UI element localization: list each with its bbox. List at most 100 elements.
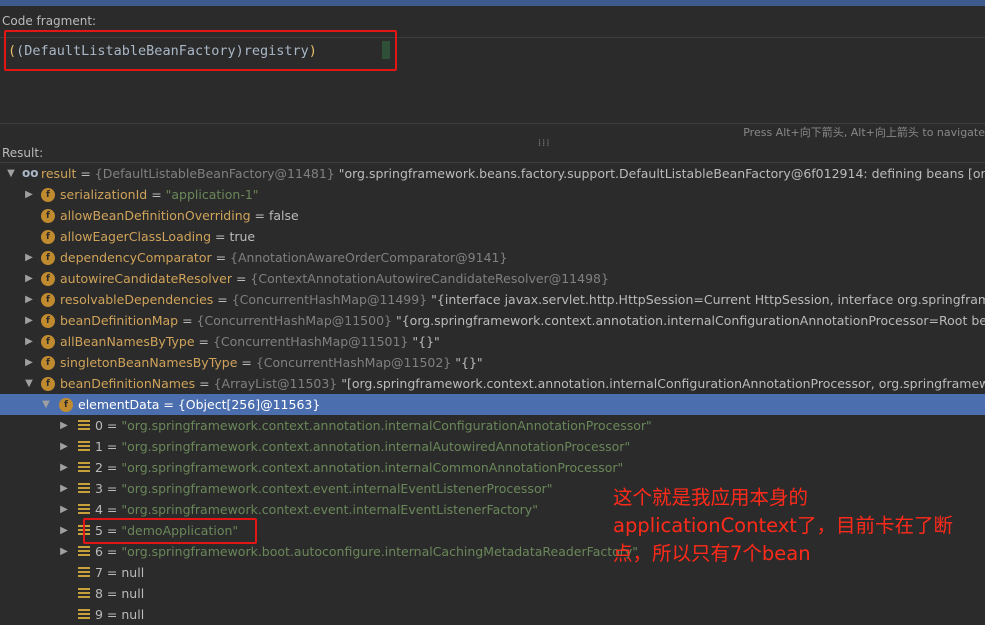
- variable-name: 6: [95, 544, 103, 559]
- variable-name: allowBeanDefinitionOverriding: [60, 208, 251, 223]
- variable-value: null: [121, 565, 145, 580]
- tree-row[interactable]: ▼ f beanDefinitionNames = {ArrayList@11503…: [0, 373, 985, 394]
- field-icon: f: [41, 230, 55, 244]
- tree-row-text: resolvableDependencies = {ConcurrentHash…: [60, 289, 985, 310]
- field-icon: f: [41, 251, 55, 265]
- variable-value: null: [121, 607, 145, 622]
- expand-arrow-icon[interactable]: ▶: [24, 184, 34, 205]
- object-reference: {ConcurrentHashMap@11501}: [212, 334, 413, 349]
- tree-row[interactable]: 9 = null: [0, 604, 985, 625]
- code-fragment-label: Code fragment:: [2, 14, 97, 28]
- expand-arrow-icon[interactable]: ▶: [59, 499, 69, 520]
- tree-row[interactable]: f allowEagerClassLoading = true: [0, 226, 985, 247]
- tree-row[interactable]: ▶ 0 = "org.springframework.context.annota…: [0, 415, 985, 436]
- tree-row-text: beanDefinitionMap = {ConcurrentHashMap@1…: [60, 310, 985, 331]
- variable-value: "org.springframework.boot.autoconfigure.…: [121, 544, 639, 559]
- splitter-grip-icon[interactable]: ⁞⁞⁞: [538, 138, 551, 149]
- array-element-icon: [78, 441, 90, 452]
- field-icon: f: [41, 188, 55, 202]
- tree-row-text: 9 = null: [95, 607, 145, 622]
- tree-row-text: 6 = "org.springframework.boot.autoconfig…: [95, 544, 639, 559]
- expand-arrow-icon[interactable]: ▶: [24, 289, 34, 310]
- variable-value: "application-1": [165, 187, 259, 202]
- collapse-arrow-icon[interactable]: ▼: [6, 163, 16, 184]
- array-element-icon: [78, 462, 90, 473]
- expand-arrow-icon[interactable]: ▶: [59, 457, 69, 478]
- tree-row[interactable]: ▶ f autowireCandidateResolver = {ContextAn…: [0, 268, 985, 289]
- variable-name: allBeanNamesByType: [60, 334, 195, 349]
- array-element-icon: [78, 609, 90, 620]
- code-highlight-box: [4, 30, 397, 71]
- demo-application-highlight-box: [83, 518, 257, 544]
- array-element-icon: [78, 588, 90, 599]
- variable-name: elementData: [78, 397, 160, 412]
- watch-icon: oo: [22, 166, 39, 180]
- collapse-arrow-icon[interactable]: ▼: [41, 394, 51, 415]
- expand-arrow-icon[interactable]: ▶: [59, 541, 69, 562]
- expand-arrow-icon[interactable]: ▶: [59, 415, 69, 436]
- variable-name: 8: [95, 586, 103, 601]
- field-icon: f: [41, 377, 55, 391]
- tree-row[interactable]: ▶ f singletonBeanNamesByType = {Concurrent…: [0, 352, 985, 373]
- tree-row-text: 1 = "org.springframework.context.annotat…: [95, 439, 631, 454]
- tree-row[interactable]: ▼ f elementData = {Object[256]@11563}: [0, 394, 985, 415]
- expand-arrow-icon[interactable]: ▶: [24, 310, 34, 331]
- expand-arrow-icon[interactable]: ▶: [59, 478, 69, 499]
- tree-row[interactable]: ▶ f serializationId = "application-1": [0, 184, 985, 205]
- tree-row-text: 7 = null: [95, 565, 145, 580]
- variable-name: 1: [95, 439, 103, 454]
- tree-row-text: singletonBeanNamesByType = {ConcurrentHa…: [60, 355, 483, 370]
- object-reference: {ArrayList@11503}: [213, 376, 342, 391]
- tree-row-text: 4 = "org.springframework.context.event.i…: [95, 502, 538, 517]
- field-icon: f: [41, 335, 55, 349]
- array-element-icon: [78, 504, 90, 515]
- tree-row-text: beanDefinitionNames = {ArrayList@11503} …: [60, 373, 985, 394]
- tree-row[interactable]: f allowBeanDefinitionOverriding = false: [0, 205, 985, 226]
- variable-name: 7: [95, 565, 103, 580]
- array-element-icon: [78, 567, 90, 578]
- variable-value: "{interface javax.servlet.http.HttpSessi…: [431, 292, 985, 307]
- tree-row[interactable]: ▶ f beanDefinitionMap = {ConcurrentHashMap…: [0, 310, 985, 331]
- variable-value: null: [121, 586, 145, 601]
- tree-row[interactable]: ▶ f dependencyComparator = {AnnotationAwar…: [0, 247, 985, 268]
- tree-row[interactable]: ▶ f resolvableDependencies = {ConcurrentHa…: [0, 289, 985, 310]
- tree-row-text: serializationId = "application-1": [60, 187, 259, 202]
- tree-row[interactable]: ▶ 2 = "org.springframework.context.annota…: [0, 457, 985, 478]
- variable-value: "org.springframework.context.event.inter…: [121, 481, 553, 496]
- tree-row-text: result = {DefaultListableBeanFactory@114…: [41, 163, 985, 184]
- expand-arrow-icon[interactable]: ▶: [24, 247, 34, 268]
- variable-name: autowireCandidateResolver: [60, 271, 232, 286]
- expand-arrow-icon[interactable]: ▶: [24, 331, 34, 352]
- variable-name: 9: [95, 607, 103, 622]
- expand-arrow-icon[interactable]: ▶: [59, 520, 69, 541]
- field-icon: f: [41, 272, 55, 286]
- tree-row[interactable]: ▶ 1 = "org.springframework.context.annota…: [0, 436, 985, 457]
- expand-arrow-icon[interactable]: ▶: [24, 268, 34, 289]
- collapse-arrow-icon[interactable]: ▼: [24, 373, 34, 394]
- variable-name: beanDefinitionNames: [60, 376, 196, 391]
- tree-row-text: allowBeanDefinitionOverriding = false: [60, 208, 299, 223]
- annotation-line-3: 点，所以只有7个bean: [613, 542, 811, 565]
- annotation-line-2: applicationContext了，目前卡在了断: [613, 514, 953, 537]
- variable-name: 4: [95, 502, 103, 517]
- variable-value: {Object[256]@11563}: [177, 397, 321, 412]
- expand-arrow-icon[interactable]: ▶: [24, 352, 34, 373]
- object-reference: {ConcurrentHashMap@11499}: [231, 292, 432, 307]
- expand-arrow-icon[interactable]: ▶: [59, 436, 69, 457]
- variable-name: serializationId: [60, 187, 148, 202]
- window-top-bar: [0, 0, 985, 6]
- tree-row[interactable]: ▶ f allBeanNamesByType = {ConcurrentHashMa…: [0, 331, 985, 352]
- variable-value: true: [229, 229, 256, 244]
- variable-value: "{}": [412, 334, 440, 349]
- field-icon: f: [59, 398, 73, 412]
- array-element-icon: [78, 420, 90, 431]
- object-reference: {DefaultListableBeanFactory@11481}: [94, 166, 339, 181]
- variable-value: "{org.springframework.context.annotation…: [395, 313, 985, 328]
- tree-row[interactable]: 8 = null: [0, 583, 985, 604]
- variable-value: false: [269, 208, 299, 223]
- tree-row[interactable]: ▼ oo result = {DefaultListableBeanFactory@…: [0, 163, 985, 184]
- tree-row-text: 3 = "org.springframework.context.event.i…: [95, 481, 553, 496]
- variable-name: beanDefinitionMap: [60, 313, 179, 328]
- field-icon: f: [41, 356, 55, 370]
- variable-name: singletonBeanNamesByType: [60, 355, 238, 370]
